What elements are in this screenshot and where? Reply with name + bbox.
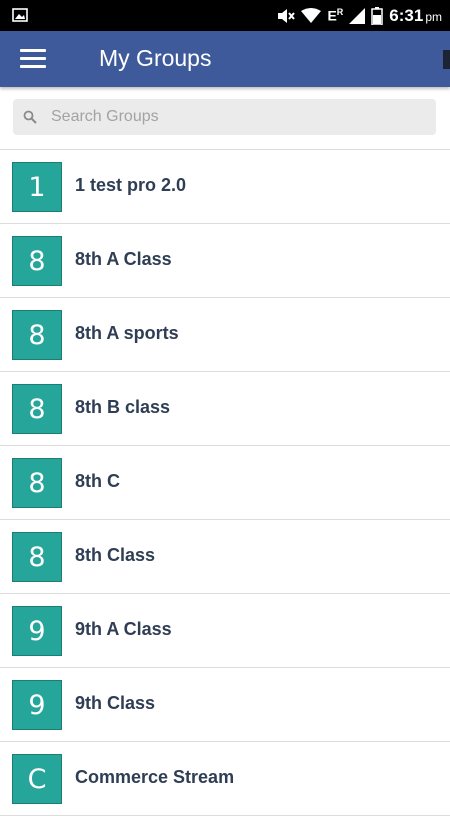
wifi-icon [301, 7, 322, 23]
group-row[interactable]: 9 9th Class [0, 668, 450, 742]
group-name: 8th A sports [75, 323, 179, 343]
group-initial-badge: 8 [12, 310, 62, 360]
group-row[interactable]: 8 8th C [0, 446, 450, 520]
group-initial-badge: 8 [12, 236, 62, 286]
group-row[interactable]: 8 8th B class [0, 372, 450, 446]
group-name: 8th Class [75, 545, 156, 565]
group-row[interactable]: 9 9th A Class [0, 594, 450, 668]
group-name: 8th A Class [75, 249, 172, 269]
group-initial-badge: 9 [12, 680, 62, 730]
search-box[interactable] [13, 99, 436, 135]
group-initial-badge: 8 [12, 384, 62, 434]
group-name: 1 test pro 2.0 [75, 175, 187, 195]
group-initial-badge: 8 [12, 458, 62, 508]
app-bar: My Groups [0, 31, 450, 87]
group-initial-badge: C [12, 754, 62, 804]
group-name: 8th B class [75, 397, 171, 417]
group-row[interactable]: 8 8th A sports [0, 298, 450, 372]
battery-icon [371, 6, 384, 25]
search-bar [13, 99, 436, 135]
group-row[interactable]: 8 8th Class [0, 520, 450, 594]
group-name: 8th C [75, 471, 120, 491]
menu-icon[interactable] [20, 49, 46, 69]
mute-icon [278, 8, 296, 23]
page-title: My Groups [99, 45, 212, 71]
status-right-cluster: ER 6:31 pm [277, 0, 442, 31]
group-row[interactable]: C Commerce Stream [0, 742, 450, 816]
groups-list: 1 1 test pro 2.0 8 8th A Class 8 8th A s… [0, 150, 450, 816]
status-bar: ER 6:31 pm [0, 0, 450, 31]
overflow-menu-edge[interactable] [443, 50, 450, 69]
group-name: 9th Class [75, 693, 156, 713]
group-name: 9th A Class [75, 619, 172, 639]
signal-icon [349, 7, 366, 24]
group-row[interactable]: 1 1 test pro 2.0 [0, 150, 450, 224]
group-initial-badge: 9 [12, 606, 62, 656]
group-row[interactable]: 8 8th A Class [0, 224, 450, 298]
group-initial-badge: 8 [12, 532, 62, 582]
search-input[interactable] [49, 107, 413, 127]
gallery-notification-icon [12, 8, 28, 22]
group-name: Commerce Stream [75, 767, 235, 787]
group-initial-badge: 1 [12, 162, 62, 212]
network-type-indicator: ER [327, 7, 344, 24]
search-icon [23, 110, 37, 124]
status-clock: 6:31 pm [389, 5, 442, 25]
